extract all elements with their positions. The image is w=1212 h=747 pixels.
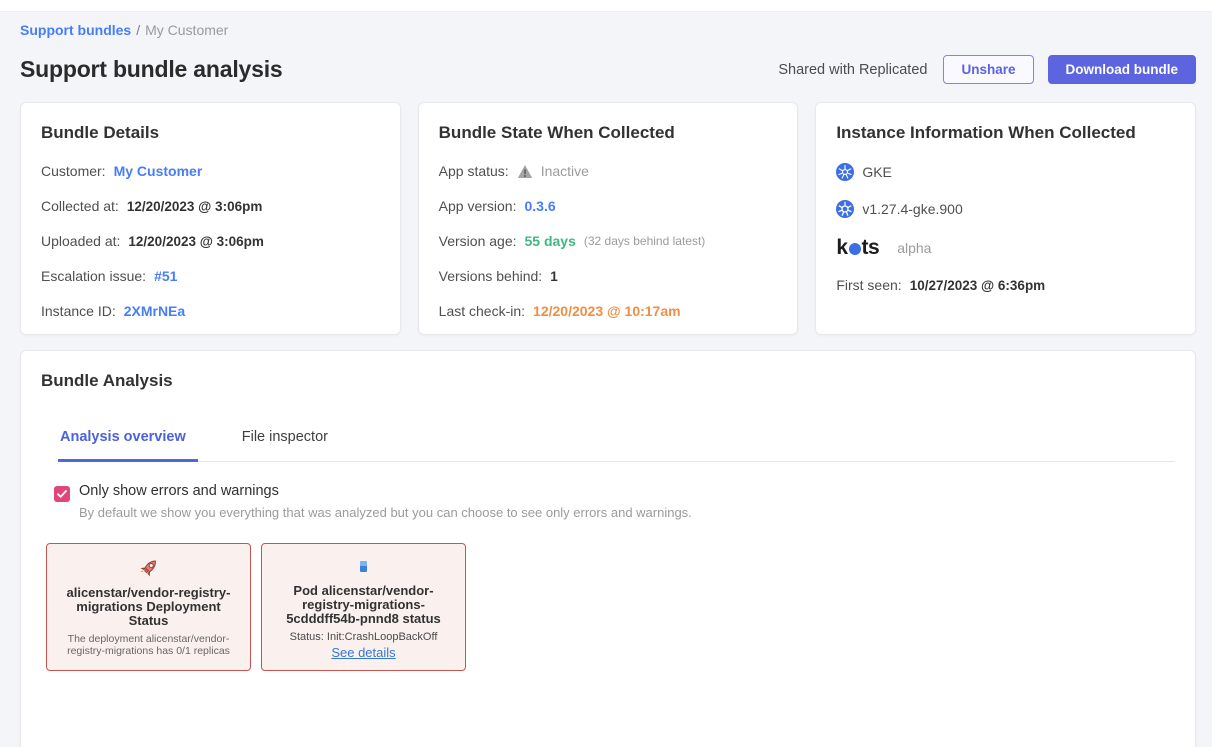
analysis-tabs: Analysis overview File inspector xyxy=(58,421,1175,462)
kots-channel: alpha xyxy=(897,240,931,256)
collected-at-value: 12/20/2023 @ 3:06pm xyxy=(127,199,263,214)
error-card-status: Status: Init:CrashLoopBackOff xyxy=(290,631,438,643)
app-status-value: Inactive xyxy=(541,163,589,179)
bundle-analysis-card: Bundle Analysis Analysis overview File i… xyxy=(20,350,1196,747)
breadcrumb-current: My Customer xyxy=(145,22,228,38)
icon-slot xyxy=(360,554,367,580)
top-nav-edge xyxy=(0,0,1212,12)
filter-label[interactable]: Only show errors and warnings xyxy=(79,483,692,499)
first-seen-value: 10/27/2023 @ 6:36pm xyxy=(910,278,1046,293)
k8s-version-value: v1.27.4-gke.900 xyxy=(862,201,962,217)
uploaded-at-label: Uploaded at: xyxy=(41,233,120,249)
version-age-note: (32 days behind latest) xyxy=(584,234,705,248)
version-age-row: Version age: 55 days (32 days behind lat… xyxy=(439,233,778,249)
customer-label: Customer: xyxy=(41,163,106,179)
pod-icon xyxy=(360,561,367,572)
uploaded-at-row: Uploaded at: 12/20/2023 @ 3:06pm xyxy=(41,233,380,249)
error-card-title: Pod alicenstar/vendor-registry-migration… xyxy=(271,584,456,626)
k8s-version-row: v1.27.4-gke.900 xyxy=(836,200,1175,218)
kubernetes-icon xyxy=(836,200,854,218)
bundle-details-card: Bundle Details Customer: My Customer Col… xyxy=(20,102,401,335)
last-checkin-row: Last check-in: 12/20/2023 @ 10:17am xyxy=(439,303,778,319)
tab-file-inspector[interactable]: File inspector xyxy=(240,421,330,462)
app-version-label: App version: xyxy=(439,198,517,214)
last-checkin-label: Last check-in: xyxy=(439,303,525,319)
uploaded-at-value: 12/20/2023 @ 3:06pm xyxy=(128,234,264,249)
kots-row: kts alpha xyxy=(836,237,1175,258)
page-title: Support bundle analysis xyxy=(20,56,283,83)
filter-row: Only show errors and warnings By default… xyxy=(54,483,1175,520)
last-checkin-value: 12/20/2023 @ 10:17am xyxy=(533,303,681,319)
analysis-error-card-deployment[interactable]: alicenstar/vendor-registry-migrations De… xyxy=(46,543,251,671)
escalation-issue-label: Escalation issue: xyxy=(41,268,146,284)
distribution-value: GKE xyxy=(862,164,892,180)
errors-warnings-checkbox[interactable] xyxy=(54,486,70,502)
app-version-row: App version: 0.3.6 xyxy=(439,198,778,214)
analysis-error-card-pod-status[interactable]: Pod alicenstar/vendor-registry-migration… xyxy=(261,543,466,671)
bundle-state-title: Bundle State When Collected xyxy=(439,123,778,143)
rocket-icon xyxy=(137,556,161,580)
shared-status-text: Shared with Replicated xyxy=(778,62,927,78)
versions-behind-label: Versions behind: xyxy=(439,268,543,284)
header-actions: Shared with Replicated Unshare Download … xyxy=(778,55,1196,84)
collected-at-label: Collected at: xyxy=(41,198,119,214)
version-age-value: 55 days xyxy=(525,233,576,249)
versions-behind-row: Versions behind: 1 xyxy=(439,268,778,284)
icon-slot xyxy=(137,554,161,582)
kots-logo-k: k xyxy=(836,237,847,258)
instance-info-title: Instance Information When Collected xyxy=(836,123,1175,143)
escalation-issue-row: Escalation issue: #51 xyxy=(41,268,380,284)
distribution-row: GKE xyxy=(836,163,1175,181)
see-details-link[interactable]: See details xyxy=(331,645,395,660)
kots-logo: kts xyxy=(836,237,879,258)
breadcrumb-support-bundles-link[interactable]: Support bundles xyxy=(20,22,131,38)
bundle-details-title: Bundle Details xyxy=(41,123,380,143)
customer-link[interactable]: My Customer xyxy=(114,163,203,179)
kubernetes-icon xyxy=(836,163,854,181)
instance-info-card: Instance Information When Collected GKE … xyxy=(815,102,1196,335)
app-status-label: App status: xyxy=(439,163,509,179)
app-version-link[interactable]: 0.3.6 xyxy=(524,198,555,214)
instance-id-link[interactable]: 2XMrNEa xyxy=(124,303,185,319)
error-card-description: The deployment alicenstar/vendor-registr… xyxy=(56,633,241,657)
kots-logo-ts: ts xyxy=(862,237,880,258)
breadcrumb: Support bundles / My Customer xyxy=(20,22,1196,38)
app-status-row: App status: Inactive xyxy=(439,163,778,179)
first-seen-row: First seen: 10/27/2023 @ 6:36pm xyxy=(836,277,1175,293)
info-cards-row: Bundle Details Customer: My Customer Col… xyxy=(20,102,1196,335)
collected-at-row: Collected at: 12/20/2023 @ 3:06pm xyxy=(41,198,380,214)
warning-icon xyxy=(517,164,533,179)
tab-analysis-overview[interactable]: Analysis overview xyxy=(58,421,198,462)
unshare-button[interactable]: Unshare xyxy=(943,55,1033,84)
bundle-analysis-title: Bundle Analysis xyxy=(41,371,1175,391)
check-icon xyxy=(57,490,67,498)
customer-row: Customer: My Customer xyxy=(41,163,380,179)
error-card-title: alicenstar/vendor-registry-migrations De… xyxy=(56,586,241,628)
bundle-state-card: Bundle State When Collected App status: … xyxy=(418,102,799,335)
instance-id-label: Instance ID: xyxy=(41,303,116,319)
versions-behind-value: 1 xyxy=(550,269,558,284)
page-header: Support bundle analysis Shared with Repl… xyxy=(20,55,1196,84)
breadcrumb-separator: / xyxy=(136,22,140,38)
instance-id-row: Instance ID: 2XMrNEa xyxy=(41,303,380,319)
escalation-issue-link[interactable]: #51 xyxy=(154,268,177,284)
version-age-label: Version age: xyxy=(439,233,517,249)
first-seen-label: First seen: xyxy=(836,277,901,293)
page: Support bundles / My Customer Support bund… xyxy=(0,22,1212,747)
kots-logo-o-dot xyxy=(849,243,861,255)
analysis-results: alicenstar/vendor-registry-migrations De… xyxy=(46,543,1175,671)
filter-texts: Only show errors and warnings By default… xyxy=(79,483,692,520)
filter-description: By default we show you everything that w… xyxy=(79,505,692,520)
download-bundle-button[interactable]: Download bundle xyxy=(1048,55,1197,84)
